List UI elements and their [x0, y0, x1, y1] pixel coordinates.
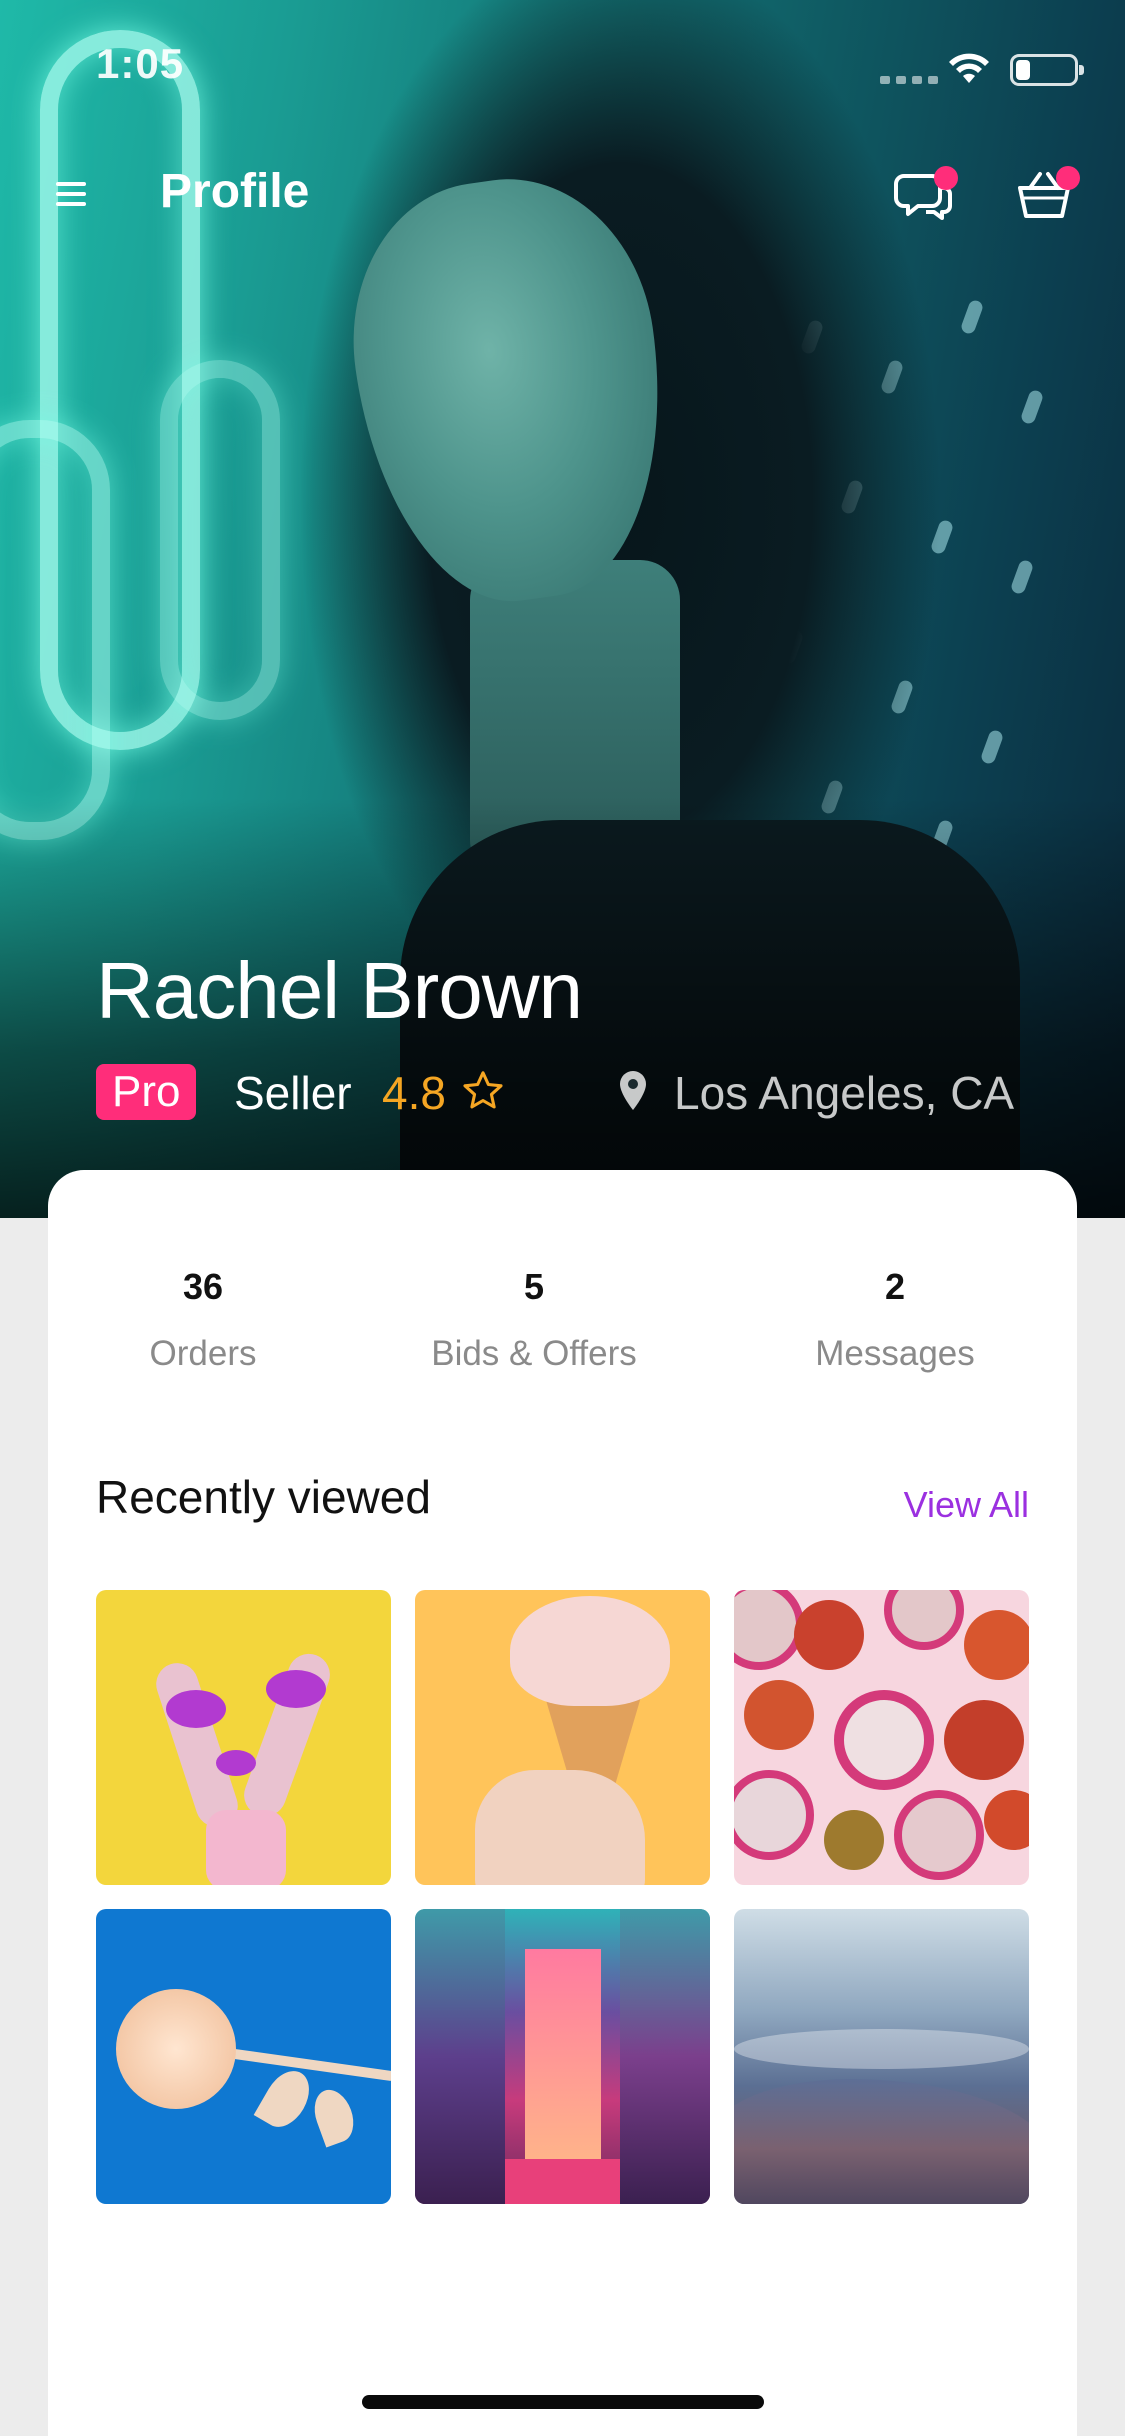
- view-all-link[interactable]: View All: [904, 1484, 1029, 1526]
- stat-value: 5: [523, 1266, 545, 1307]
- stat-label: Messages: [815, 1334, 975, 1373]
- stat-label: Orders: [149, 1334, 257, 1373]
- home-indicator[interactable]: [362, 2395, 764, 2409]
- cart-button[interactable]: [1010, 160, 1080, 230]
- neon-light: [0, 420, 110, 840]
- profile-name: Rachel Brown: [96, 946, 583, 1035]
- page-title: Profile: [160, 165, 310, 218]
- notification-badge: [1056, 166, 1080, 190]
- menu-icon[interactable]: [52, 174, 92, 214]
- stat-label: Bids & Offers: [431, 1334, 637, 1373]
- messages-button[interactable]: [890, 160, 960, 230]
- recently-viewed-title: Recently viewed: [96, 1471, 431, 1523]
- profile-content-card: 36 Orders 5 Bids & Offers 2 Messages Rec…: [48, 1170, 1077, 2436]
- profile-rating: 4.8: [382, 1067, 446, 1119]
- star-icon: [463, 1071, 503, 1109]
- pro-badge: Pro: [96, 1064, 197, 1120]
- location-pin-icon: [620, 1071, 646, 1110]
- recent-item-ice-cream[interactable]: [415, 1590, 710, 1885]
- recent-item-hands-paint[interactable]: [96, 1590, 391, 1885]
- stat-value: 2: [884, 1266, 906, 1307]
- profile-location: Los Angeles, CA: [674, 1067, 1015, 1119]
- profile-meta-row: Pro Seller 4.8 Los Angeles, CA: [96, 1062, 1056, 1122]
- status-time: 1:05: [96, 40, 185, 87]
- battery-icon: [1010, 54, 1084, 86]
- wifi-icon: [949, 53, 989, 83]
- neon-light: [160, 360, 280, 720]
- notification-badge: [934, 166, 958, 190]
- recent-item-neon-corridor[interactable]: [415, 1909, 710, 2204]
- battery-level: [1016, 60, 1030, 80]
- stat-value: 36: [182, 1266, 224, 1307]
- stat-messages[interactable]: 2 Messages: [745, 1266, 1045, 1374]
- recent-item-mountains[interactable]: [734, 1909, 1029, 2204]
- cellular-signal-icon: [880, 76, 938, 84]
- stats-row: 36 Orders 5 Bids & Offers 2 Messages: [48, 1266, 1077, 1396]
- status-bar: 1:05: [0, 0, 1125, 132]
- recent-item-paper-rose[interactable]: [96, 1909, 391, 2204]
- profile-role: Seller: [234, 1067, 352, 1119]
- top-nav-bar: Profile: [0, 150, 1125, 240]
- stat-bids-offers[interactable]: 5 Bids & Offers: [384, 1266, 684, 1374]
- stat-orders[interactable]: 36 Orders: [53, 1266, 353, 1374]
- recent-item-fruits[interactable]: [734, 1590, 1029, 1885]
